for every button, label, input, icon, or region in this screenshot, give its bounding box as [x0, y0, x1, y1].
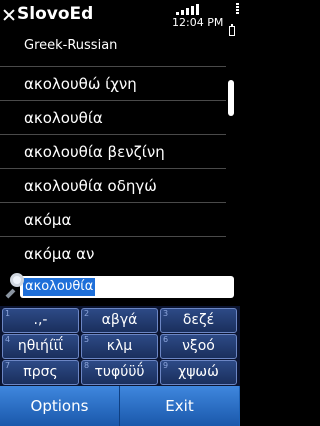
search-bar: ακολουθία — [0, 270, 240, 306]
list-item[interactable]: ακολουθία βενζίνη — [0, 134, 226, 168]
dictionary-label: Greek-Russian — [24, 38, 118, 53]
key-4[interactable]: 4 ηθιήίϊΐ — [2, 334, 79, 359]
search-input-text: ακολουθία — [23, 278, 96, 296]
battery-level-icon — [229, 3, 239, 15]
battery-icon — [229, 24, 235, 36]
list-item[interactable]: ακόμα αν — [0, 236, 226, 270]
key-9[interactable]: 9 χψωώ — [160, 360, 237, 385]
softkey-bar: Options Exit — [0, 386, 240, 426]
search-input[interactable]: ακολουθία — [20, 276, 234, 298]
status-time: 12:04 PM — [172, 16, 224, 29]
key-5[interactable]: 5 κλμ — [81, 334, 158, 359]
list-item[interactable]: ακολουθώ ίχνη — [0, 66, 226, 100]
word-list: ακολουθώ ίχνη ακολουθία ακολουθία βενζίν… — [0, 66, 226, 270]
options-button[interactable]: Options — [0, 386, 120, 426]
list-item[interactable]: ακολουθία οδηγώ — [0, 168, 226, 202]
close-icon[interactable] — [2, 8, 16, 22]
title-bar: SlovoEd 12:04 PM — [0, 0, 240, 36]
key-7[interactable]: 7 πρσς — [2, 360, 79, 385]
signal-icon — [176, 3, 224, 15]
virtual-keypad: 1 .,- 2 αβγά 3 δεζέ 4 ηθιήίϊΐ 5 κλμ 6 νξ… — [0, 306, 240, 386]
list-item[interactable]: ακόμα — [0, 202, 226, 236]
list-item[interactable]: ακολουθία — [0, 100, 226, 134]
key-8[interactable]: 8 τυφύϋΰ — [81, 360, 158, 385]
exit-button[interactable]: Exit — [120, 386, 239, 426]
key-1[interactable]: 1 .,- — [2, 308, 79, 333]
scrollbar[interactable] — [228, 64, 236, 268]
key-6[interactable]: 6 νξοό — [160, 334, 237, 359]
key-3[interactable]: 3 δεζέ — [160, 308, 237, 333]
key-2[interactable]: 2 αβγά — [81, 308, 158, 333]
scrollbar-thumb[interactable] — [228, 80, 234, 116]
app-title: SlovoEd — [17, 4, 94, 24]
search-icon — [4, 273, 26, 299]
